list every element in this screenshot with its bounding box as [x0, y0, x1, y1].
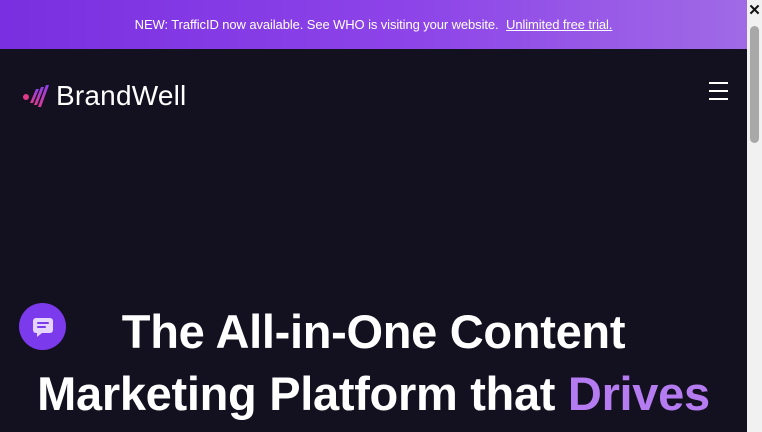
brandwell-logo-icon: [23, 85, 49, 107]
hero-headline: The All-in-One Content Marketing Platfor…: [0, 301, 747, 425]
headline-line-2: Marketing Platform that Drives: [0, 363, 747, 425]
headline-line-1: The All-in-One Content: [121, 305, 626, 358]
headline-line-2-text: Marketing Platform that: [37, 367, 568, 420]
hamburger-menu-button[interactable]: [709, 82, 730, 104]
menu-line: [709, 82, 728, 84]
headline-accent-word: Drives: [567, 367, 710, 420]
close-icon[interactable]: ✕: [747, 2, 762, 19]
scrollbar-thumb[interactable]: [750, 26, 759, 143]
banner-message-wrapper: NEW: TrafficID now available. See WHO is…: [135, 17, 613, 32]
site-header: BrandWell: [0, 49, 747, 139]
menu-line: [709, 90, 728, 92]
vertical-scrollbar[interactable]: ✕: [747, 0, 762, 432]
banner-message: NEW: TrafficID now available. See WHO is…: [134, 17, 499, 32]
free-trial-link[interactable]: Unlimited free trial.: [506, 17, 612, 32]
page: NEW: TrafficID now available. See WHO is…: [0, 0, 762, 432]
menu-line: [709, 98, 728, 100]
announcement-banner: NEW: TrafficID now available. See WHO is…: [0, 0, 747, 49]
logo-text: BrandWell: [56, 80, 187, 111]
brand-logo[interactable]: BrandWell: [22, 80, 186, 112]
